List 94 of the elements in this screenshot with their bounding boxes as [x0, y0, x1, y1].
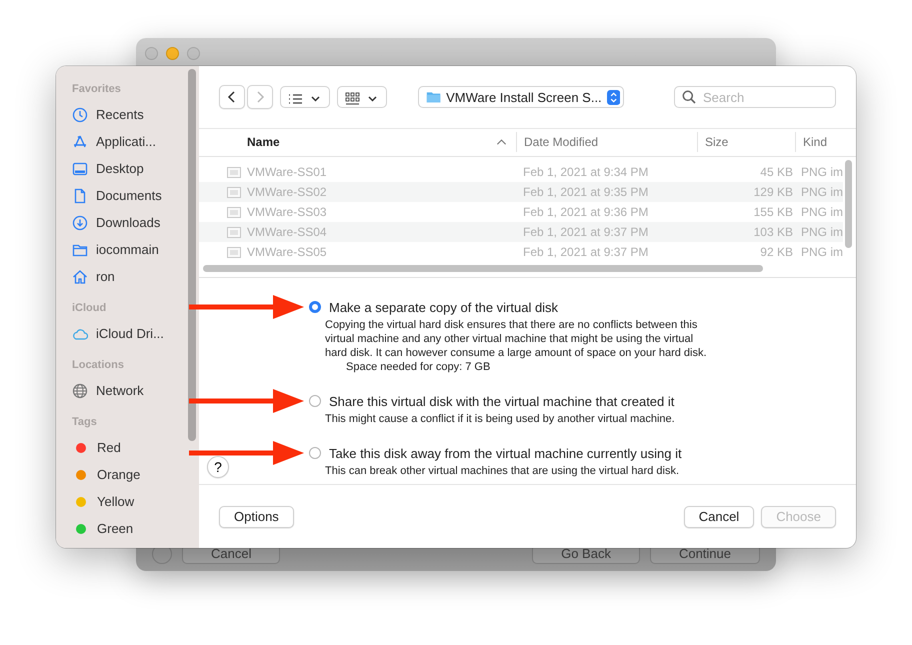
sidebar-item[interactable]: Applicati...: [72, 128, 156, 155]
scrollbar-thumb[interactable]: [188, 69, 196, 441]
sidebar-label: iCloud Dri...: [96, 326, 164, 341]
folder-icon: [426, 90, 442, 104]
window-button[interactable]: [145, 47, 158, 60]
option-description: This might cause a conflict if it is being used by another virtual machine.: [325, 412, 676, 426]
sidebar-item[interactable]: ron: [72, 263, 115, 290]
column-header[interactable]: Size: [705, 135, 728, 149]
section-title: iCloud: [72, 302, 108, 315]
sidebar-item[interactable]: Documents: [72, 182, 162, 209]
sort-icon[interactable]: [496, 138, 507, 146]
file-name: VMWare-SS01: [247, 165, 327, 179]
sidebar-item[interactable]: Network: [72, 377, 144, 404]
kind-cell: PNG im: [801, 205, 843, 219]
sidebar-item[interactable]: Downloads: [72, 209, 160, 236]
radio-button[interactable]: [309, 395, 321, 407]
date-cell: Feb 1, 2021 at 9:37 PM: [523, 245, 648, 259]
radio-button[interactable]: [309, 301, 321, 313]
size-cell: 155 KB: [754, 205, 793, 219]
image-file-icon: [227, 206, 241, 218]
list-view-button[interactable]: [280, 86, 330, 108]
sidebar-item[interactable]: Desktop: [72, 155, 144, 182]
sidebar-label: Orange: [97, 467, 140, 482]
sidebar-label: Applicati...: [96, 134, 156, 149]
section-title: Favorites: [72, 83, 122, 96]
option-label[interactable]: Take this disk away from the virtual machine currently using it: [329, 446, 682, 460]
sidebar-item[interactable]: iCloud Dri...: [72, 320, 164, 347]
date-cell: Feb 1, 2021 at 9:34 PM: [523, 165, 648, 179]
sidebar-label: iocommain: [96, 242, 159, 257]
sidebar-label: Red: [97, 440, 121, 455]
sidebar-item[interactable]: Red: [72, 434, 121, 461]
window-button[interactable]: [187, 47, 200, 60]
radio-button[interactable]: [309, 447, 321, 459]
search-icon: [682, 90, 696, 104]
size-cell: 45 KB: [760, 165, 793, 179]
sidebar-label: Recents: [96, 107, 144, 122]
sidebar-item[interactable]: Recents: [72, 101, 144, 128]
image-file-icon: [227, 226, 241, 238]
column-header[interactable]: Kind: [803, 135, 828, 149]
file-name: VMWare-SS02: [247, 185, 327, 199]
scrollbar-thumb[interactable]: [845, 160, 852, 248]
date-cell: Feb 1, 2021 at 9:36 PM: [523, 205, 648, 219]
option-description: This can break other virtual machines that are using the virtual hard disk.: [325, 464, 680, 478]
size-cell: 103 KB: [754, 225, 793, 239]
search-field[interactable]: Search: [674, 86, 836, 108]
file-name: VMWare-SS03: [247, 205, 327, 219]
kind-cell: PNG im: [801, 165, 843, 179]
kind-cell: PNG im: [801, 245, 843, 259]
sidebar-label: Documents: [96, 188, 162, 203]
dialog-button[interactable]: Options: [219, 506, 294, 528]
help-button[interactable]: ?: [207, 456, 229, 478]
column-header[interactable]: Date Modified: [524, 135, 598, 149]
sidebar-label: ron: [96, 269, 115, 284]
download-icon: [72, 214, 88, 230]
image-file-icon: [227, 246, 241, 258]
sidebar-label: Network: [96, 383, 144, 398]
kind-cell: PNG im: [801, 185, 843, 199]
section-title: Tags: [72, 416, 98, 429]
file-name: VMWare-SS04: [247, 225, 327, 239]
option-label[interactable]: Share this virtual disk with the virtual machine that created it: [329, 394, 674, 408]
back-icon[interactable]: [219, 85, 245, 109]
location-popup[interactable]: VMWare Install Screen S...: [418, 86, 624, 108]
globe-icon: [72, 382, 88, 398]
apps-icon: [72, 134, 88, 150]
sidebar-item[interactable]: Yellow: [72, 488, 134, 515]
sidebar-item[interactable]: iocommain: [72, 236, 159, 263]
sidebar-label: Yellow: [97, 494, 134, 509]
column-header[interactable]: Name: [247, 135, 280, 149]
size-cell: 129 KB: [754, 185, 793, 199]
sidebar-label: Green: [97, 521, 134, 536]
dialog-button[interactable]: Cancel: [684, 506, 754, 528]
minimize-button[interactable]: [166, 47, 179, 60]
home-icon: [72, 268, 88, 284]
date-cell: Feb 1, 2021 at 9:35 PM: [523, 185, 648, 199]
scrollbar-thumb[interactable]: [203, 264, 763, 272]
image-file-icon: [227, 166, 241, 178]
stepper-icon: [606, 88, 620, 106]
section-title: Locations: [72, 359, 125, 372]
clock-icon: [72, 106, 88, 122]
sidebar-item[interactable]: Green: [72, 515, 134, 542]
image-file-icon: [227, 186, 241, 198]
option-label[interactable]: Make a separate copy of the virtual disk: [329, 300, 558, 314]
grid-view-button[interactable]: [337, 86, 387, 108]
space-needed-text: Space needed for copy: 7 GB: [346, 360, 492, 374]
file-name: VMWare-SS05: [247, 245, 327, 259]
sidebar-item[interactable]: Orange: [72, 461, 140, 488]
sidebar-label: Downloads: [96, 215, 160, 230]
option-description: Copying the virtual hard disk ensures that there are no conflicts between this virtual machine and any other virtual machine that might be using the virtual hard disk. It can however consume a large amount of space on your hard disk.: [325, 318, 708, 360]
document-icon: [72, 188, 88, 204]
desktop-icon: [72, 160, 88, 176]
kind-cell: PNG im: [801, 225, 843, 239]
date-cell: Feb 1, 2021 at 9:37 PM: [523, 225, 648, 239]
size-cell: 92 KB: [760, 245, 793, 259]
sidebar-label: Desktop: [96, 161, 144, 176]
